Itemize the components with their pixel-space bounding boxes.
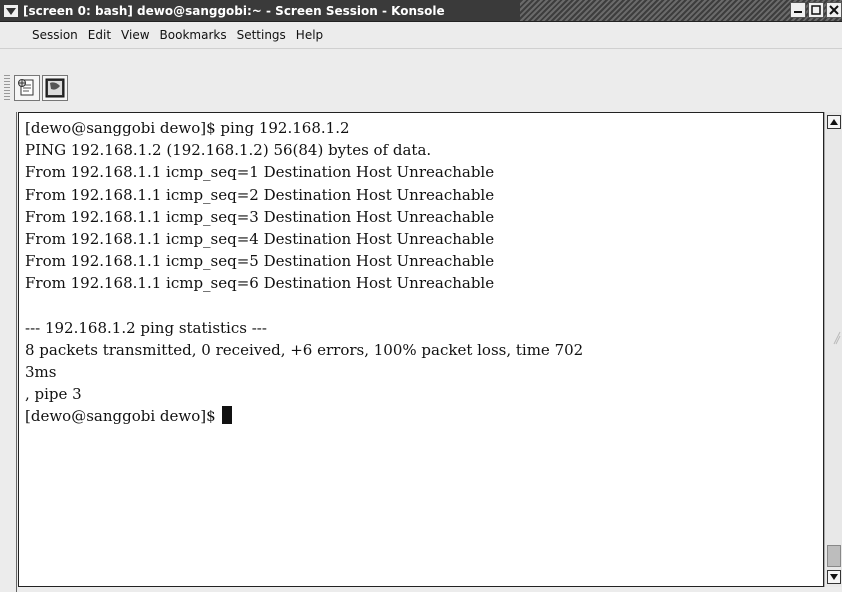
terminal-line: 3ms (25, 363, 57, 382)
text-cursor (222, 406, 233, 425)
menu-view[interactable]: View (117, 28, 153, 42)
window-left-edge (8, 112, 17, 592)
toolbar-grip-handle[interactable] (4, 75, 10, 101)
close-button[interactable] (826, 2, 842, 18)
minimize-button[interactable] (790, 2, 806, 18)
terminal-line: PING 192.168.1.2 (192.168.1.2) 56(84) by… (25, 141, 432, 160)
new-session-icon (18, 79, 34, 96)
terminal-prompt: [dewo@sanggobi dewo]$ (25, 407, 221, 426)
terminal-output[interactable]: [dewo@sanggobi dewo]$ ping 192.168.1.2 P… (18, 112, 824, 587)
menu-edit[interactable]: Edit (84, 28, 115, 42)
scroll-down-button[interactable] (827, 570, 841, 584)
terminal-line: From 192.168.1.1 icmp_seq=6 Destination … (25, 274, 495, 293)
scrollbar-thumb[interactable] (827, 545, 841, 567)
terminal-prompt-line: [dewo@sanggobi dewo]$ (25, 405, 817, 427)
title-area: [screen 0: bash] dewo@sanggobi:~ - Scree… (0, 0, 520, 21)
terminal-line: From 192.168.1.1 icmp_seq=4 Destination … (25, 229, 495, 248)
title-bar[interactable]: [screen 0: bash] dewo@sanggobi:~ - Scree… (0, 0, 842, 22)
terminal-line: From 192.168.1.1 icmp_seq=1 Destination … (25, 163, 495, 182)
maximize-button[interactable] (808, 2, 824, 18)
arrow-up-icon (830, 119, 838, 125)
menu-bookmarks[interactable]: Bookmarks (156, 28, 231, 42)
toolbar (0, 72, 842, 104)
terminal-line: 8 packets transmitted, 0 received, +6 er… (25, 340, 584, 359)
menu-bar: Session Edit View Bookmarks Settings Hel… (0, 22, 842, 49)
menu-help[interactable]: Help (292, 28, 327, 42)
arrow-down-icon (830, 574, 838, 580)
window-controls (790, 2, 842, 18)
minimize-icon (794, 11, 802, 13)
window-menu-button[interactable] (3, 3, 19, 19)
window-title: [screen 0: bash] dewo@sanggobi:~ - Scree… (23, 3, 445, 18)
maximize-icon (811, 5, 821, 15)
terminal-line: [dewo@sanggobi dewo]$ ping 192.168.1.2 (25, 119, 350, 137)
terminal-line: From 192.168.1.1 icmp_seq=2 Destination … (25, 185, 495, 204)
menu-settings[interactable]: Settings (233, 28, 290, 42)
terminal-line: , pipe 3 (25, 385, 82, 404)
terminal-icon (45, 78, 65, 98)
scroll-up-button[interactable] (827, 115, 841, 129)
terminal-line: From 192.168.1.1 icmp_seq=5 Destination … (25, 252, 495, 271)
terminal-line: --- 192.168.1.2 ping statistics --- (25, 318, 267, 337)
menu-session[interactable]: Session (28, 28, 82, 42)
vertical-scrollbar[interactable] (824, 112, 842, 587)
close-icon (829, 5, 839, 15)
terminal-line: From 192.168.1.1 icmp_seq=3 Destination … (25, 207, 495, 226)
konsole-window: [screen 0: bash] dewo@sanggobi:~ - Scree… (0, 0, 842, 592)
chevron-down-icon (4, 4, 18, 17)
terminal-button[interactable] (42, 75, 68, 101)
new-session-button[interactable] (14, 75, 40, 101)
resize-grip-icon (833, 331, 841, 345)
